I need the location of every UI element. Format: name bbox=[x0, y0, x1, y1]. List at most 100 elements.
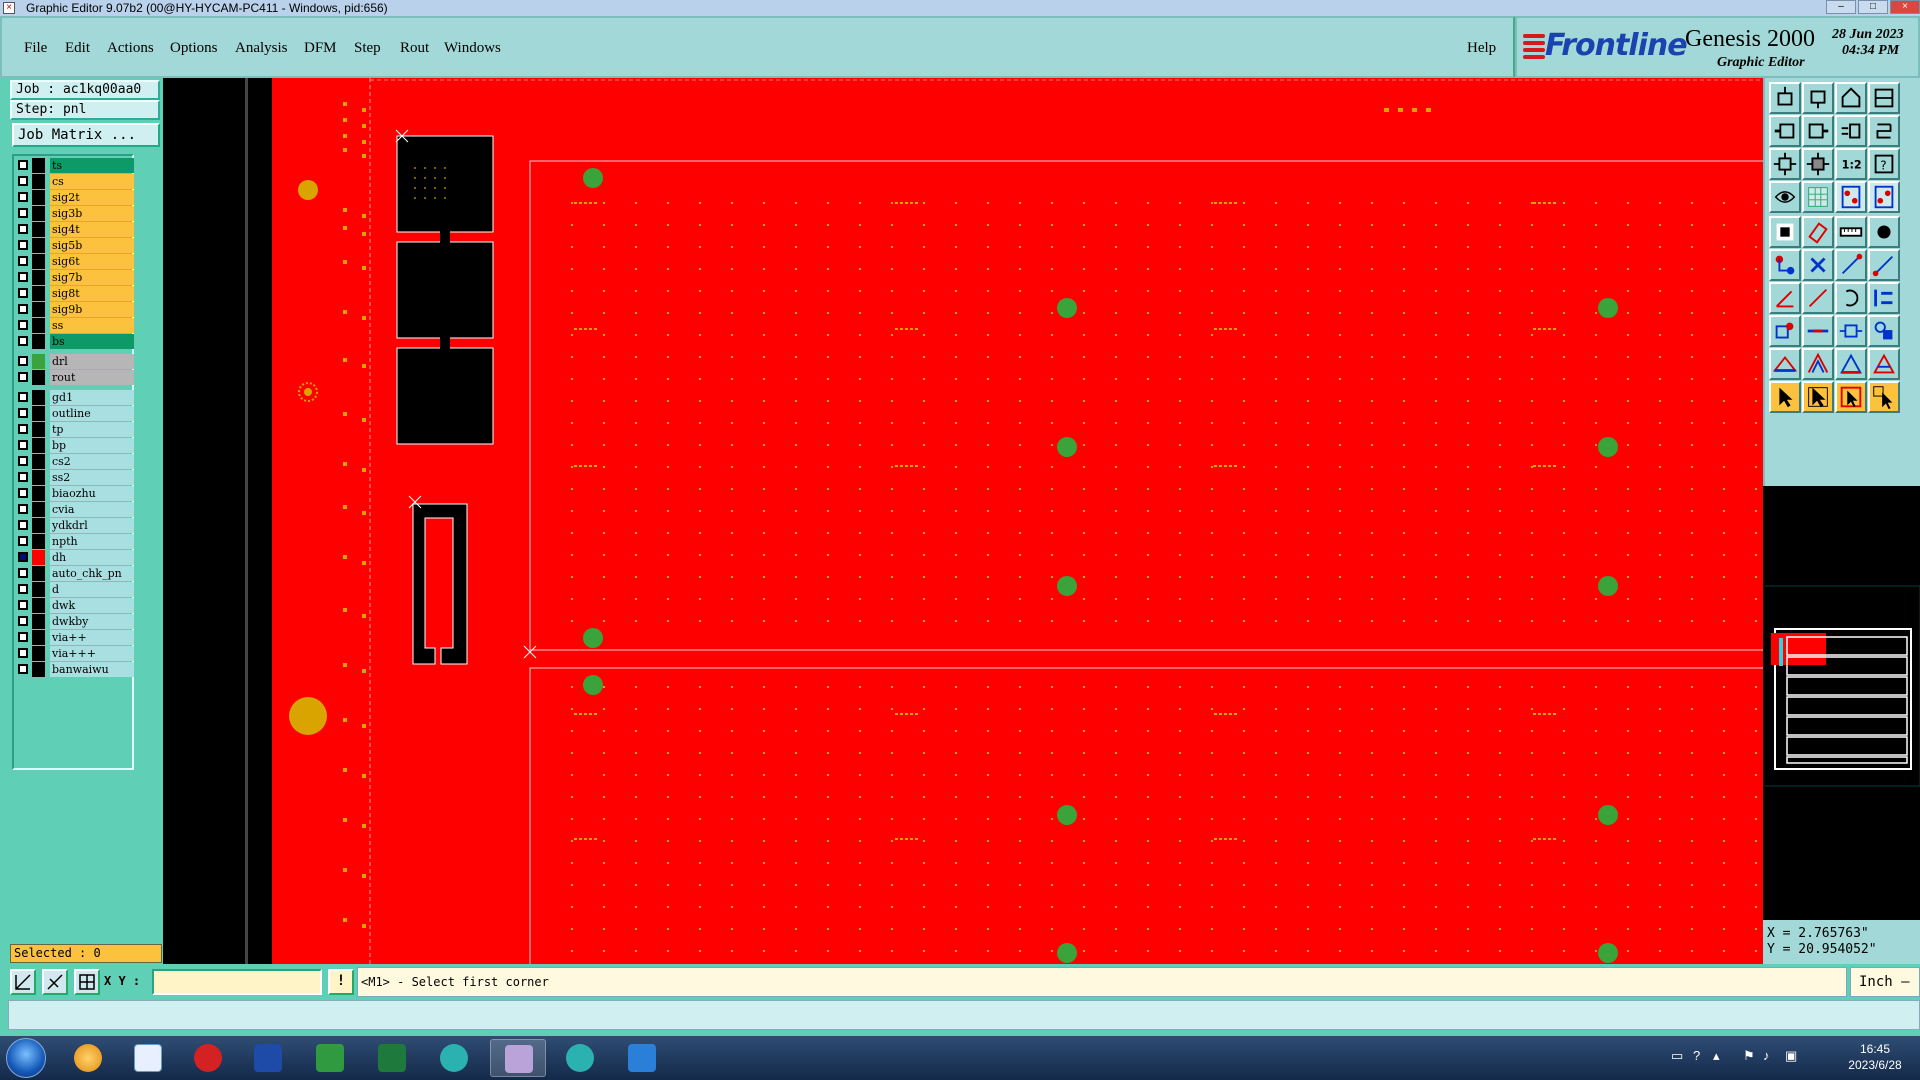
layers-alt-tool-button[interactable] bbox=[1868, 181, 1900, 213]
layer-checkbox[interactable] bbox=[18, 520, 28, 530]
layer-row-outline[interactable]: outline bbox=[16, 406, 134, 421]
layer-name[interactable]: ydkdrl bbox=[50, 518, 134, 533]
layer-name[interactable]: ss bbox=[50, 318, 134, 333]
system-clock[interactable]: 16:45 2023/6/28 bbox=[1835, 1041, 1915, 1073]
layer-row-cs2[interactable]: cs2 bbox=[16, 454, 134, 469]
layer-checkbox[interactable] bbox=[18, 616, 28, 626]
layer-row-via---[interactable]: via+++ bbox=[16, 646, 134, 661]
layer-name[interactable]: dh bbox=[50, 550, 134, 565]
menu-file[interactable]: File bbox=[24, 40, 47, 57]
layer-color-swatch[interactable] bbox=[32, 390, 45, 405]
layer-color-swatch[interactable] bbox=[32, 190, 45, 205]
layer-name[interactable]: ss2 bbox=[50, 470, 134, 485]
tray-network-icon[interactable]: ▣ bbox=[1785, 1048, 1797, 1064]
taskbar-app-red[interactable] bbox=[180, 1039, 236, 1077]
taskbar-app-notepad[interactable] bbox=[120, 1039, 176, 1077]
layer-row-auto-chk-pn[interactable]: auto_chk_pn bbox=[16, 566, 134, 581]
grid-tool-button[interactable] bbox=[1769, 181, 1801, 213]
layer-color-swatch[interactable] bbox=[32, 550, 45, 565]
layer-checkbox[interactable] bbox=[18, 440, 28, 450]
measure-tool-button[interactable] bbox=[1835, 216, 1867, 248]
layer-color-swatch[interactable] bbox=[32, 454, 45, 469]
layer-color-swatch[interactable] bbox=[32, 254, 45, 269]
layer-checkbox[interactable] bbox=[18, 632, 28, 642]
layer-checkbox[interactable] bbox=[18, 648, 28, 658]
layer-name[interactable]: rout bbox=[50, 370, 134, 385]
layer-name[interactable]: biaozhu bbox=[50, 486, 134, 501]
pointer-alt-tool-button[interactable] bbox=[1802, 381, 1834, 413]
layer-color-swatch[interactable] bbox=[32, 318, 45, 333]
layer-checkbox[interactable] bbox=[18, 160, 28, 170]
pointer-tool-button[interactable] bbox=[1769, 381, 1801, 413]
angle-tool-button[interactable] bbox=[1769, 282, 1801, 314]
layer-row-banwaiwu[interactable]: banwaiwu bbox=[16, 662, 134, 677]
job-matrix-button[interactable]: Job Matrix ... bbox=[12, 123, 160, 147]
triangle-tool-button[interactable] bbox=[1769, 348, 1801, 380]
taskbar-app-excel[interactable] bbox=[364, 1039, 420, 1077]
measure-mode-button[interactable] bbox=[42, 969, 68, 995]
layer-checkbox[interactable] bbox=[18, 176, 28, 186]
layer-color-swatch[interactable] bbox=[32, 206, 45, 221]
layer-checkbox[interactable] bbox=[18, 320, 28, 330]
layer-name[interactable]: sig7b bbox=[50, 270, 134, 285]
layer-name[interactable]: auto_chk_pn bbox=[50, 566, 134, 581]
close-button[interactable]: × bbox=[1890, 0, 1920, 14]
layer-row-sig7b[interactable]: sig7b bbox=[16, 270, 134, 285]
layer-checkbox[interactable] bbox=[18, 472, 28, 482]
layer-color-swatch[interactable] bbox=[32, 406, 45, 421]
layer-checkbox[interactable] bbox=[18, 372, 28, 382]
layer-color-swatch[interactable] bbox=[32, 238, 45, 253]
layer-checkbox[interactable] bbox=[18, 536, 28, 546]
start-button[interactable] bbox=[6, 1038, 46, 1078]
layer-color-swatch[interactable] bbox=[32, 174, 45, 189]
snap-mode-button[interactable] bbox=[10, 969, 36, 995]
menu-analysis[interactable]: Analysis bbox=[235, 40, 288, 57]
layer-checkbox[interactable] bbox=[18, 584, 28, 594]
layer-name[interactable]: cs2 bbox=[50, 454, 134, 469]
line-tool-button[interactable] bbox=[1835, 249, 1867, 281]
layer-row-tp[interactable]: tp bbox=[16, 422, 134, 437]
layer-name[interactable]: tp bbox=[50, 422, 134, 437]
menu-dfm[interactable]: DFM bbox=[304, 40, 337, 57]
layer-checkbox[interactable] bbox=[18, 568, 28, 578]
layer-color-swatch[interactable] bbox=[32, 486, 45, 501]
layer-name[interactable]: cs bbox=[50, 174, 134, 189]
layer-row-sig3b[interactable]: sig3b bbox=[16, 206, 134, 221]
pad-tool-button[interactable] bbox=[1769, 315, 1801, 347]
layer-color-swatch[interactable] bbox=[32, 598, 45, 613]
snap-tool-button[interactable] bbox=[1868, 115, 1900, 147]
layer-name[interactable]: sig8t bbox=[50, 286, 134, 301]
layer-row-drl[interactable]: drl bbox=[16, 354, 134, 369]
layer-color-swatch[interactable] bbox=[32, 286, 45, 301]
xy-input[interactable] bbox=[152, 969, 322, 995]
triangle-b-tool-button[interactable] bbox=[1835, 348, 1867, 380]
layer-name[interactable]: sig5b bbox=[50, 238, 134, 253]
layer-row-cs[interactable]: cs bbox=[16, 174, 134, 189]
layer-row-bs[interactable]: bs bbox=[16, 334, 134, 349]
layer-color-swatch[interactable] bbox=[32, 354, 45, 369]
layer-row-sig8t[interactable]: sig8t bbox=[16, 286, 134, 301]
layer-checkbox[interactable] bbox=[18, 224, 28, 234]
layer-checkbox[interactable] bbox=[18, 192, 28, 202]
taskbar-app-green[interactable] bbox=[302, 1039, 358, 1077]
layer-color-swatch[interactable] bbox=[32, 502, 45, 517]
menu-help[interactable]: Help bbox=[1467, 40, 1496, 57]
layer-color-swatch[interactable] bbox=[32, 470, 45, 485]
layer-name[interactable]: npth bbox=[50, 534, 134, 549]
layer-name[interactable]: ts bbox=[50, 158, 134, 173]
erase-tool-button[interactable] bbox=[1802, 216, 1834, 248]
layer-name[interactable]: cvia bbox=[50, 502, 134, 517]
layer-checkbox[interactable] bbox=[18, 664, 28, 674]
layer-checkbox[interactable] bbox=[18, 288, 28, 298]
triangle-c-tool-button[interactable] bbox=[1868, 348, 1900, 380]
pan-left-tool-button[interactable] bbox=[1769, 115, 1801, 147]
mirror-tool-button[interactable] bbox=[1835, 115, 1867, 147]
layer-color-swatch[interactable] bbox=[32, 534, 45, 549]
layer-checkbox[interactable] bbox=[18, 392, 28, 402]
tray-help-icon[interactable]: ? bbox=[1693, 1048, 1700, 1063]
window-tool-button[interactable] bbox=[1868, 82, 1900, 114]
layer-row-ydkdrl[interactable]: ydkdrl bbox=[16, 518, 134, 533]
resize-tool-button[interactable] bbox=[1835, 315, 1867, 347]
rotate-tool-button[interactable] bbox=[1835, 282, 1867, 314]
layer-color-swatch[interactable] bbox=[32, 334, 45, 349]
